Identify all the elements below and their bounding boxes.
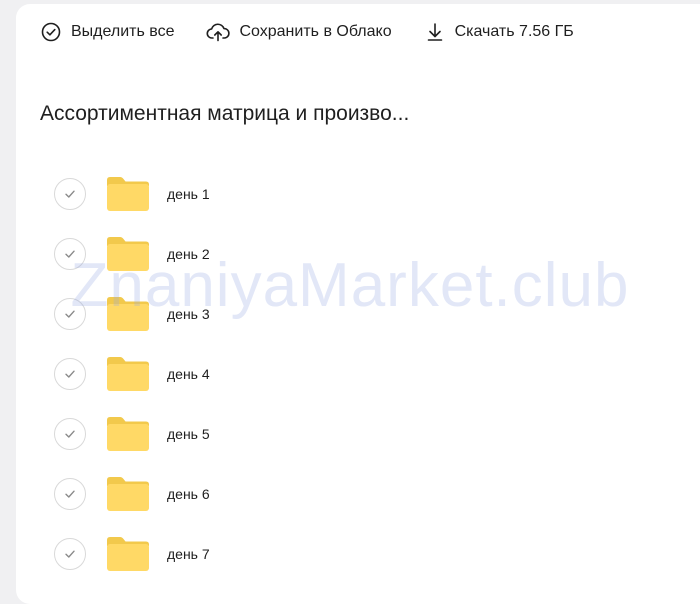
folder-icon bbox=[107, 297, 149, 331]
item-checkbox[interactable] bbox=[54, 538, 86, 570]
item-checkbox[interactable] bbox=[54, 238, 86, 270]
check-icon bbox=[65, 430, 75, 438]
select-all-button[interactable]: Выделить все bbox=[40, 21, 174, 43]
list-item[interactable]: день 7 bbox=[54, 524, 210, 584]
check-icon bbox=[65, 550, 75, 558]
folder-icon bbox=[107, 357, 149, 391]
folder-icon bbox=[107, 237, 149, 271]
item-checkbox[interactable] bbox=[54, 358, 86, 390]
list-item[interactable]: день 1 bbox=[54, 164, 210, 224]
item-label: день 7 bbox=[167, 546, 210, 562]
save-to-cloud-button[interactable]: Сохранить в Облако bbox=[206, 21, 392, 43]
folder-icon bbox=[107, 177, 149, 211]
folder-title: Ассортиментная матрица и произво... bbox=[40, 102, 410, 125]
item-label: день 3 bbox=[167, 306, 210, 322]
item-label: день 1 bbox=[167, 186, 210, 202]
list-item[interactable]: день 5 bbox=[54, 404, 210, 464]
item-checkbox[interactable] bbox=[54, 178, 86, 210]
check-icon bbox=[65, 370, 75, 378]
item-checkbox[interactable] bbox=[54, 298, 86, 330]
list-item[interactable]: день 2 bbox=[54, 224, 210, 284]
item-checkbox[interactable] bbox=[54, 418, 86, 450]
toolbar: Выделить все Сохранить в Облако Скачать … bbox=[40, 19, 606, 45]
item-label: день 6 bbox=[167, 486, 210, 502]
save-to-cloud-label: Сохранить в Облако bbox=[239, 23, 392, 40]
item-checkbox[interactable] bbox=[54, 478, 86, 510]
select-all-label: Выделить все bbox=[71, 23, 175, 40]
item-label: день 5 bbox=[167, 426, 210, 442]
download-label: Скачать 7.56 ГБ bbox=[454, 23, 574, 40]
check-icon bbox=[65, 250, 75, 258]
check-circle-icon bbox=[41, 22, 61, 42]
item-label: день 4 bbox=[167, 366, 210, 382]
item-label: день 2 bbox=[167, 246, 210, 262]
list-item[interactable]: день 3 bbox=[54, 284, 210, 344]
file-list: день 1 день 2 день 3 день 4 день 5 день … bbox=[54, 164, 210, 584]
check-icon bbox=[65, 190, 75, 198]
list-item[interactable]: день 4 bbox=[54, 344, 210, 404]
folder-icon bbox=[107, 537, 149, 571]
cloud-upload-icon bbox=[207, 23, 231, 42]
check-icon bbox=[65, 310, 75, 318]
folder-icon bbox=[107, 417, 149, 451]
folder-icon bbox=[107, 477, 149, 511]
download-button[interactable]: Скачать 7.56 ГБ bbox=[424, 21, 574, 43]
download-icon bbox=[427, 23, 442, 41]
check-icon bbox=[65, 490, 75, 498]
list-item[interactable]: день 6 bbox=[54, 464, 210, 524]
